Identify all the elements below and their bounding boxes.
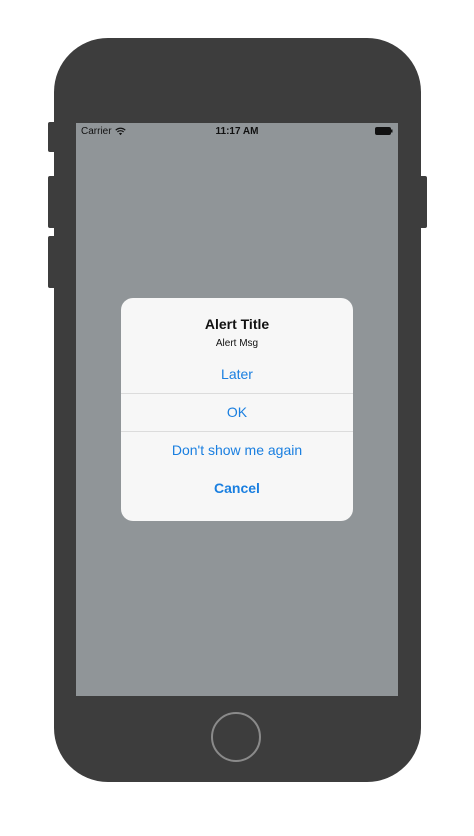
dont-show-again-button[interactable]: Don't show me again xyxy=(121,431,353,469)
alert-dialog: Alert Title Alert Msg Later OK Don't sho… xyxy=(121,298,353,521)
alert-title: Alert Title xyxy=(204,316,270,332)
battery-icon xyxy=(375,127,393,135)
cancel-button[interactable]: Cancel xyxy=(121,469,353,507)
ok-button[interactable]: OK xyxy=(121,393,353,431)
later-button[interactable]: Later xyxy=(121,355,353,393)
alert-header: Alert Title Alert Msg xyxy=(121,298,353,355)
page: Carrier 11:17 AM Alert Title Alert Msg L… xyxy=(0,0,474,836)
device-screen: Carrier 11:17 AM Alert Title Alert Msg L… xyxy=(76,123,398,696)
status-time: 11:17 AM xyxy=(215,126,259,137)
status-bar: Carrier 11:17 AM xyxy=(76,123,398,141)
alert-message: Alert Msg xyxy=(215,338,259,349)
home-button[interactable] xyxy=(211,712,261,762)
